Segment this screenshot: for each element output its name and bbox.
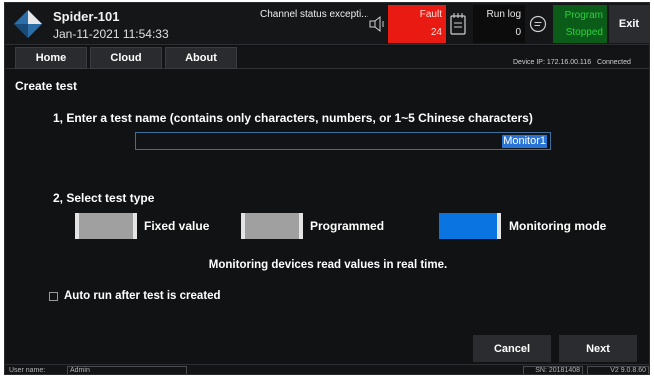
app-window: Spider-101 Jan-11-2021 11:54:33 Channel … [4, 2, 650, 375]
auto-run-option[interactable]: Auto run after test is created [49, 290, 221, 302]
user-name-label: User name: [9, 367, 46, 374]
tab-about[interactable]: About [165, 47, 237, 69]
fault-indicator[interactable]: Fault 24 [388, 5, 446, 43]
serial-number: SN: 20181408 [523, 366, 583, 374]
device-name: Spider-101 [53, 9, 120, 24]
device-ip-label: Device IP: 172.16.00.116 [513, 59, 592, 66]
program-status-line2: Stopped [565, 27, 603, 38]
test-type-description: Monitoring devices read values in real t… [208, 259, 448, 271]
connection-status: Connected [597, 59, 631, 66]
type-programmed-label[interactable]: Programmed [310, 219, 384, 233]
cancel-button[interactable]: Cancel [473, 335, 551, 362]
software-version: V2 9.0.8.60 [587, 366, 649, 374]
run-log-label: Run log [486, 9, 521, 20]
fault-label: Fault [419, 9, 442, 20]
channel-status-text[interactable]: Channel status excepti... [260, 9, 368, 20]
device-datetime: Jan-11-2021 11:54:33 [53, 27, 169, 41]
page-title: Create test [15, 79, 78, 93]
step2-label: 2, Select test type [53, 191, 155, 205]
notes-icon[interactable] [450, 13, 466, 35]
auto-run-checkbox[interactable] [49, 291, 58, 301]
program-status-indicator[interactable]: Program Stopped [553, 5, 607, 43]
program-status-line1: Program [564, 10, 603, 21]
speaker-icon[interactable] [369, 15, 387, 33]
type-programmed-toggle[interactable] [241, 213, 303, 239]
step1-label: 1, Enter a test name (contains only char… [53, 111, 533, 125]
status-bar: User name: Admin SN: 20181408 V2 9.0.8.6… [5, 364, 649, 374]
user-name-value: Admin [67, 366, 187, 374]
logo-icon [14, 10, 42, 38]
fault-count: 24 [430, 27, 442, 38]
auto-run-label[interactable]: Auto run after test is created [64, 290, 221, 302]
test-name-input[interactable]: Monitor1 [135, 132, 551, 150]
type-monitoring-mode-toggle[interactable] [439, 213, 501, 239]
type-fixed-value-label[interactable]: Fixed value [144, 219, 209, 233]
device-ip-info: Device IP: 172.16.00.116 Connected [513, 59, 631, 66]
tab-cloud[interactable]: Cloud [90, 47, 162, 69]
run-log-count: 0 [515, 27, 521, 38]
exit-button[interactable]: Exit [609, 5, 649, 43]
nav-bar: Home Cloud About Device IP: 172.16.00.11… [5, 47, 649, 69]
header-bar: Spider-101 Jan-11-2021 11:54:33 Channel … [5, 3, 649, 45]
type-fixed-value-toggle[interactable] [75, 213, 137, 239]
chat-icon[interactable] [529, 15, 547, 33]
next-button[interactable]: Next [559, 335, 637, 362]
test-name-value: Monitor1 [502, 135, 547, 148]
tab-home[interactable]: Home [15, 47, 87, 69]
run-log-indicator[interactable]: Run log 0 [473, 5, 525, 43]
type-monitoring-mode-label[interactable]: Monitoring mode [509, 219, 606, 233]
